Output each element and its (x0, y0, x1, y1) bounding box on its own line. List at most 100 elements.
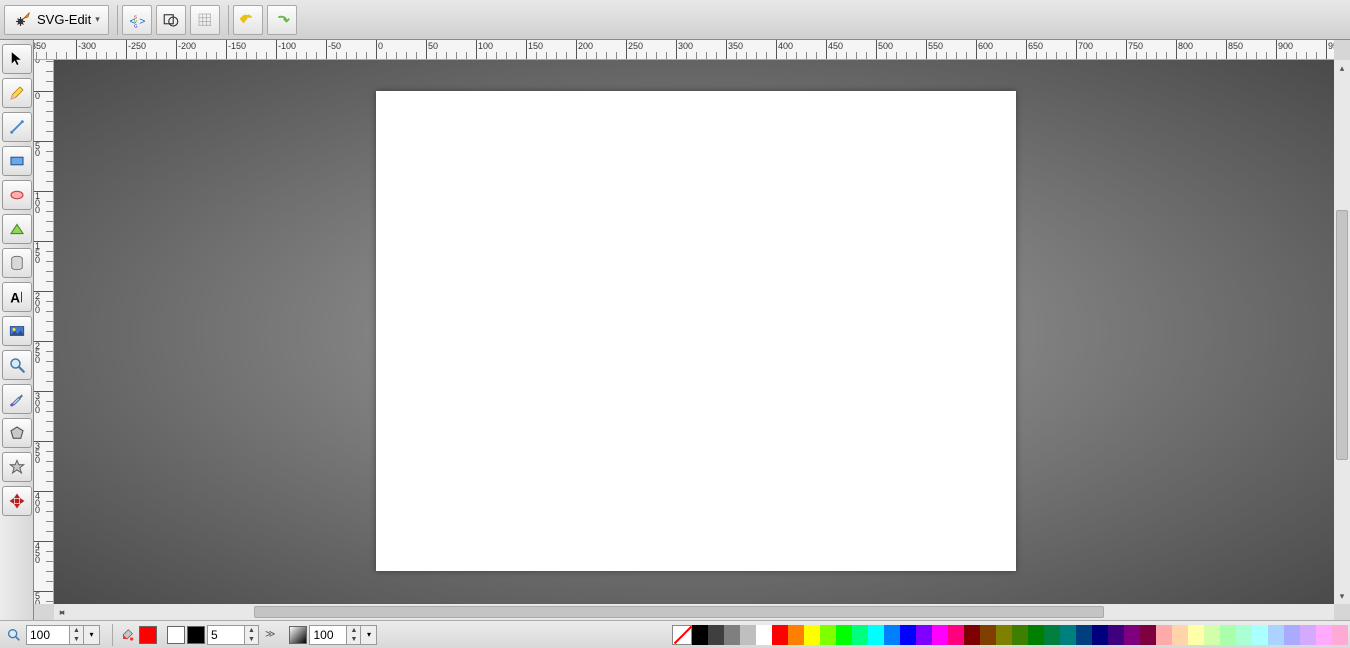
vertical-ruler: - 5 005 01 0 01 5 02 0 02 5 03 0 03 5 04… (34, 60, 54, 604)
separator (112, 624, 113, 646)
redo-button[interactable] (267, 5, 297, 35)
main-menu-button[interactable]: SVG-Edit ▾ (4, 5, 109, 35)
palette-swatch[interactable] (1156, 625, 1172, 645)
workarea[interactable] (54, 60, 1334, 604)
palette-swatch[interactable] (1236, 625, 1252, 645)
horizontal-ruler: -350-300-250-200-150-100-500501001502002… (34, 40, 1334, 60)
opacity-dropdown[interactable]: ▾ (361, 625, 377, 645)
palette-swatch[interactable] (1028, 625, 1044, 645)
palette-swatch[interactable] (1316, 625, 1332, 645)
palette-swatch[interactable] (932, 625, 948, 645)
palette-swatch[interactable] (900, 625, 916, 645)
left-toolbar: A (0, 40, 34, 620)
opacity-icon (289, 626, 307, 644)
zoom-tool[interactable] (2, 350, 32, 380)
palette-swatch[interactable] (868, 625, 884, 645)
palette-swatch[interactable] (852, 625, 868, 645)
polygon-tool[interactable] (2, 418, 32, 448)
toolbar-separator (228, 5, 229, 35)
shapelib-tool[interactable] (2, 248, 32, 278)
stroke-width-spinner[interactable]: ▲▼ (245, 625, 259, 645)
show-grid-button[interactable] (190, 5, 220, 35)
palette-swatch[interactable] (1268, 625, 1284, 645)
stroke-style-button[interactable]: ≫ (265, 629, 275, 640)
stroke-width-input[interactable] (207, 625, 245, 645)
pencil-tool[interactable] (2, 78, 32, 108)
palette-swatch[interactable] (964, 625, 980, 645)
vertical-scrollbar[interactable]: ▴ ▾ (1334, 60, 1350, 604)
palette-swatch[interactable] (1204, 625, 1220, 645)
palette-swatch[interactable] (1140, 625, 1156, 645)
fill-color-swatch[interactable] (139, 626, 157, 644)
palette-swatch[interactable] (1188, 625, 1204, 645)
palette-swatch[interactable] (756, 625, 772, 645)
zoom-input[interactable] (26, 625, 70, 645)
palette-swatch[interactable] (996, 625, 1012, 645)
palette-swatch[interactable] (1300, 625, 1316, 645)
star-tool[interactable] (2, 452, 32, 482)
opacity-group: ▲▼ ▾ (289, 625, 377, 645)
scroll-up-icon[interactable]: ▴ (1334, 60, 1350, 76)
palette-swatch[interactable] (1092, 625, 1108, 645)
palette-swatch[interactable] (1124, 625, 1140, 645)
pan-tool[interactable] (2, 486, 32, 516)
scroll-right-icon[interactable]: ▸ (54, 604, 70, 620)
palette-swatch[interactable] (772, 625, 788, 645)
scroll-down-icon[interactable]: ▾ (1334, 588, 1350, 604)
palette-swatch[interactable] (1252, 625, 1268, 645)
opacity-input[interactable] (309, 625, 347, 645)
palette-swatch[interactable] (692, 625, 708, 645)
horizontal-scroll-thumb[interactable] (254, 606, 1104, 618)
palette-swatch[interactable] (788, 625, 804, 645)
line-tool[interactable] (2, 112, 32, 142)
palette-swatch[interactable] (724, 625, 740, 645)
color-palette (672, 625, 1348, 645)
palette-swatch[interactable] (1172, 625, 1188, 645)
palette-none-swatch[interactable] (672, 625, 692, 645)
stroke-color-swatch[interactable] (187, 626, 205, 644)
vertical-scroll-thumb[interactable] (1336, 210, 1348, 460)
palette-swatch[interactable] (1044, 625, 1060, 645)
palette-swatch[interactable] (836, 625, 852, 645)
svg-canvas[interactable] (376, 91, 1016, 571)
wireframe-button[interactable] (156, 5, 186, 35)
palette-swatch[interactable] (1060, 625, 1076, 645)
select-tool[interactable] (2, 44, 32, 74)
palette-swatch[interactable] (1076, 625, 1092, 645)
palette-swatch[interactable] (916, 625, 932, 645)
palette-swatch[interactable] (804, 625, 820, 645)
palette-swatch[interactable] (1220, 625, 1236, 645)
palette-swatch[interactable] (1108, 625, 1124, 645)
opacity-spinner[interactable]: ▲▼ (347, 625, 361, 645)
main-menu-label: SVG-Edit (37, 12, 91, 27)
svg-text:A: A (10, 290, 20, 305)
undo-button[interactable] (233, 5, 263, 35)
toolbar-separator (117, 5, 118, 35)
stroke-inner-swatch (167, 626, 185, 644)
rect-tool[interactable] (2, 146, 32, 176)
palette-swatch[interactable] (708, 625, 724, 645)
stroke-group: ▲▼ ≫ (167, 625, 281, 645)
image-tool[interactable] (2, 316, 32, 346)
path-tool[interactable] (2, 214, 32, 244)
eyedropper-tool[interactable] (2, 384, 32, 414)
palette-swatch[interactable] (1012, 625, 1028, 645)
edit-source-button[interactable]: <SVG> (122, 5, 152, 35)
palette-swatch[interactable] (1332, 625, 1348, 645)
zoom-group: ▲▼ ▾ (4, 625, 100, 645)
zoom-dropdown[interactable]: ▾ (84, 625, 100, 645)
palette-swatch[interactable] (740, 625, 756, 645)
palette-swatch[interactable] (1284, 625, 1300, 645)
palette-swatch[interactable] (820, 625, 836, 645)
top-toolbar: SVG-Edit ▾ <SVG> (0, 0, 1350, 40)
horizontal-scrollbar[interactable]: ◂ ▸ (54, 604, 1334, 620)
palette-swatch[interactable] (980, 625, 996, 645)
zoom-spinner[interactable]: ▲▼ (70, 625, 84, 645)
fill-group (117, 625, 159, 645)
svg-text:G: G (134, 23, 138, 28)
text-tool[interactable]: A (2, 282, 32, 312)
fill-icon (117, 625, 137, 645)
palette-swatch[interactable] (884, 625, 900, 645)
ellipse-tool[interactable] (2, 180, 32, 210)
palette-swatch[interactable] (948, 625, 964, 645)
